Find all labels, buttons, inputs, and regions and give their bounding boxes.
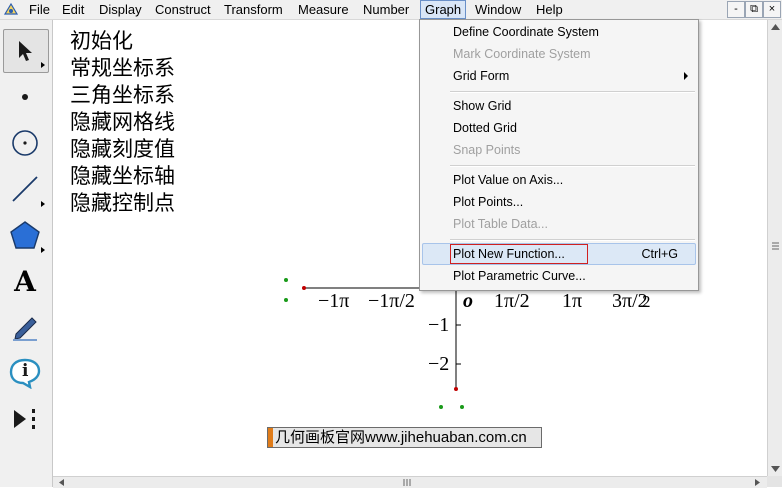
origin-label: o	[463, 290, 473, 312]
menu-separator	[450, 91, 695, 93]
menu-item-plot-table-data: Plot Table Data...	[453, 217, 548, 231]
watermark-text: 几何画板官网www.jihehuaban.com.cn	[275, 429, 527, 446]
menu-item-snap-points: Snap Points	[453, 143, 521, 157]
graph-menu-dropdown: Define Coordinate System Mark Coordinate…	[419, 19, 699, 291]
axis-endpoint[interactable]	[454, 387, 458, 391]
watermark-banner: 几何画板官网www.jihehuaban.com.cn	[267, 427, 542, 448]
menu-item-grid-form[interactable]: Grid Form	[420, 65, 698, 87]
y-tick-label: −2	[428, 353, 450, 375]
menu-item-plot-parametric-curve[interactable]: Plot Parametric Curve...	[420, 265, 698, 287]
control-point[interactable]	[284, 278, 288, 282]
menu-item-mark-coordinate-system: Mark Coordinate System	[453, 47, 591, 61]
scroll-down-icon[interactable]	[771, 466, 780, 472]
menu-item-define-coordinate-system[interactable]: Define Coordinate System	[420, 21, 698, 43]
vertical-scrollbar[interactable]	[767, 20, 782, 476]
x-tick-label: 1π	[562, 290, 583, 312]
menu-item-plot-value-on-axis[interactable]: Plot Value on Axis...	[420, 169, 698, 191]
x-tick-label: 1π/2	[494, 290, 530, 312]
control-point[interactable]	[460, 405, 464, 409]
shortcut-label: Ctrl+G	[641, 247, 678, 261]
scroll-thumb-grip-icon[interactable]	[772, 242, 779, 250]
watermark-accent	[268, 428, 273, 447]
horizontal-scrollbar[interactable]	[53, 476, 767, 488]
menu-item-plot-new-function[interactable]: Plot New Function... Ctrl+G	[420, 243, 698, 265]
scroll-up-icon[interactable]	[771, 24, 780, 30]
menu-item-show-grid[interactable]: Show Grid	[420, 95, 698, 117]
control-point[interactable]	[439, 405, 443, 409]
menu-separator	[450, 239, 695, 241]
control-point[interactable]	[284, 298, 288, 302]
submenu-arrow-icon	[684, 72, 688, 80]
scroll-right-icon[interactable]	[755, 479, 760, 486]
x-tick-label: 2	[642, 292, 651, 311]
menu-item-plot-points[interactable]: Plot Points...	[420, 191, 698, 213]
y-tick-label: −1	[428, 314, 450, 336]
x-tick-label: −1π/2	[368, 290, 415, 312]
x-tick-label: −1π	[318, 290, 350, 312]
axis-endpoint[interactable]	[302, 286, 306, 290]
menu-separator	[450, 165, 695, 167]
scrollbar-corner	[767, 476, 782, 487]
menu-item-dotted-grid[interactable]: Dotted Grid	[420, 117, 698, 139]
scroll-thumb-grip-icon[interactable]	[403, 479, 411, 486]
scroll-left-icon[interactable]	[59, 479, 64, 486]
